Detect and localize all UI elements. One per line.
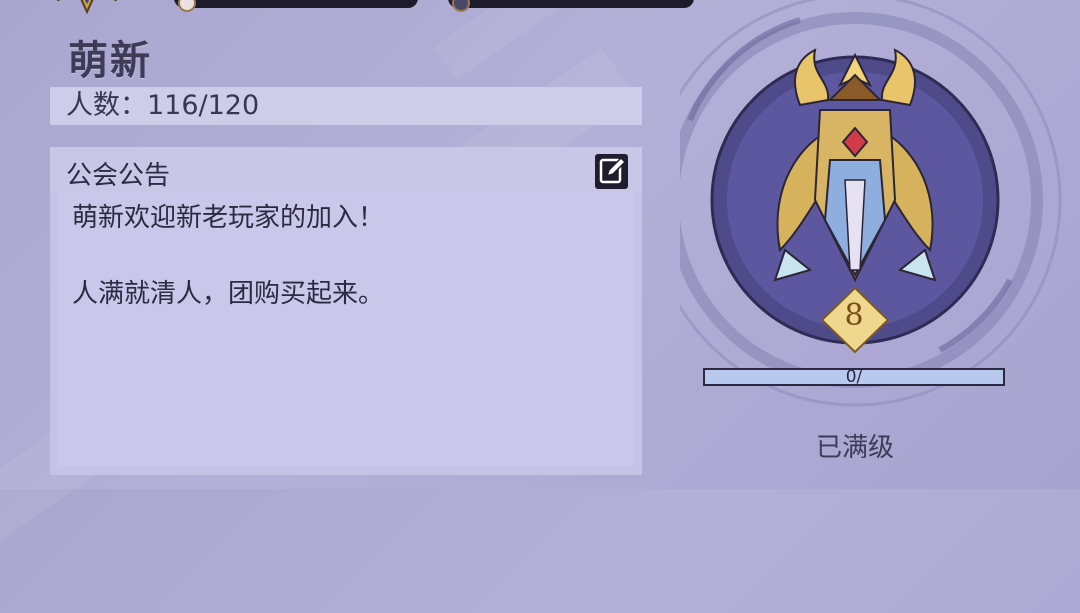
player-avatar-icon [452,0,470,12]
top-status-pill[interactable] [174,0,418,12]
notice-header: 公会公告 [50,147,642,193]
notice-line: 萌新欢迎新老玩家的加入！ [72,203,385,233]
guild-level-number: 8 [844,298,864,333]
notice-title: 公会公告 [66,161,171,191]
notice-line: 人满就清人，团购买起来。 [72,279,385,309]
notice-content: 萌新欢迎新老玩家的加入！ 人满就清人，团购买起来。 [58,193,634,467]
guild-notice-panel: 公会公告 萌新欢迎新老玩家的加入！ 人满就清人，团购买起来。 [50,147,642,475]
rank-emblem-icon [56,0,118,15]
top-status-pill[interactable] [448,0,694,12]
member-count: 人数：116/120 [50,87,642,125]
edit-pencil-icon [599,156,627,184]
max-level-status: 已满级 [815,433,894,463]
guild-name: 萌新 [68,38,152,84]
notice-line [72,237,634,275]
guild-crest-emblem [680,0,1062,407]
guild-level-progress: 0/ [703,368,1005,386]
progress-label: 0/ [845,367,863,387]
player-avatar-icon [178,0,196,12]
edit-notice-button[interactable] [595,154,628,189]
